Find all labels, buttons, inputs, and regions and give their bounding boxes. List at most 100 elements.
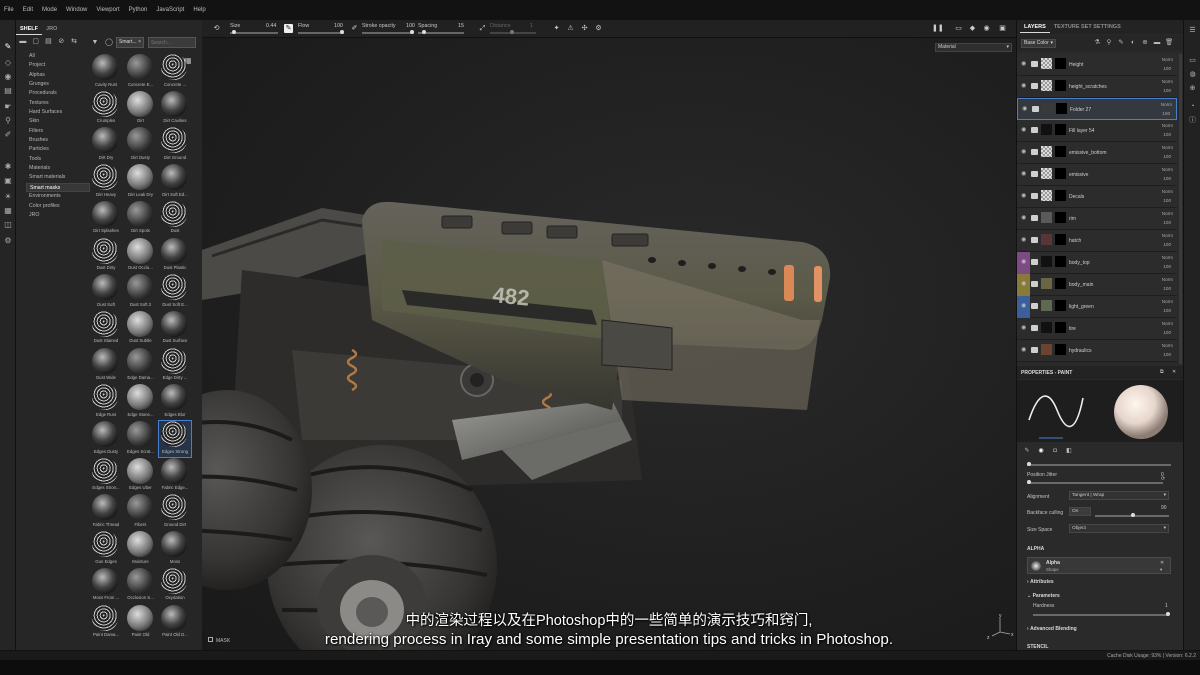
light-icon[interactable]: ☀	[3, 192, 13, 202]
x-symmetry-icon[interactable]: ✦	[552, 24, 561, 33]
category-environments[interactable]: Environments	[26, 192, 90, 201]
category-brushes[interactable]: Brushes	[26, 136, 90, 145]
color-picker-icon[interactable]: ✐	[3, 130, 13, 140]
layers-scrollbar[interactable]	[1179, 54, 1182, 364]
new-shelf-icon[interactable]: ▢	[31, 37, 41, 47]
layer-mask-thumbnail[interactable]	[1055, 322, 1066, 333]
shelf-item[interactable]: Moisture	[125, 531, 157, 567]
distance-slider[interactable]	[490, 30, 536, 34]
render-icon[interactable]: ▦	[3, 206, 13, 216]
category-materials[interactable]: Materials	[26, 164, 90, 173]
layer-opacity[interactable]: 100	[1162, 111, 1170, 116]
shelf-item[interactable]: Edges Blur	[159, 384, 191, 420]
pen-pressure-icon[interactable]: ✎	[284, 24, 293, 33]
shelf-item[interactable]: Dust Occlu...	[125, 237, 157, 274]
alpha-tab-icon[interactable]: ◉	[1037, 447, 1045, 455]
layer-opacity[interactable]: 100	[1163, 88, 1171, 93]
shelf-item[interactable]: Fabric Thread	[90, 494, 122, 530]
layer-mask-thumbnail[interactable]	[1055, 234, 1066, 245]
layer-opacity[interactable]: 100	[1163, 264, 1171, 269]
shelf-item[interactable]: Dirt Soft Ed...	[159, 164, 191, 200]
backface-slider[interactable]	[1095, 513, 1169, 517]
projection-icon[interactable]: ◉	[3, 72, 13, 82]
shelf-item[interactable]: Dust Surface	[159, 310, 191, 347]
tab-jro[interactable]: JRO	[42, 24, 61, 35]
eye-icon[interactable]: ◉	[1021, 61, 1028, 68]
shelf-item[interactable]: Edge Dama...	[125, 347, 157, 384]
menu-edit[interactable]: Edit	[23, 7, 33, 13]
polygon-fill-icon[interactable]: ▤	[3, 86, 13, 96]
menu-python[interactable]: Python	[129, 7, 148, 13]
channel-select[interactable]: Base Color ▾	[1021, 39, 1056, 48]
layer-row[interactable]: ◉ rim Norm 100	[1017, 208, 1177, 230]
circle-toggle-icon[interactable]: ◯	[104, 38, 114, 48]
eye-icon[interactable]: ◉	[1021, 149, 1028, 156]
position-jitter-slider[interactable]	[1027, 480, 1163, 484]
eye-icon[interactable]: ◉	[1022, 106, 1029, 113]
layer-row[interactable]: ◉ hydraulics Norm 100	[1017, 340, 1177, 362]
top-slider[interactable]	[1027, 462, 1171, 466]
lazy-mouse-icon[interactable]: ⤢	[478, 24, 487, 33]
fill-layer-icon[interactable]: ◐	[1129, 39, 1137, 47]
shelf-item[interactable]: Edge Dirty ...	[159, 347, 191, 384]
category-hard-surfaces[interactable]: Hard Surfaces	[26, 108, 90, 117]
settings-icon[interactable]: ✱	[3, 162, 13, 172]
random-icon[interactable]: ⟳	[1161, 476, 1165, 482]
menu-viewport[interactable]: Viewport	[96, 7, 119, 13]
eye-icon[interactable]: ◉	[1021, 193, 1028, 200]
symmetry-icon[interactable]: ⟲	[212, 24, 221, 33]
layer-opacity[interactable]: 100	[1163, 242, 1171, 247]
tab-shelf[interactable]: SHELF	[16, 24, 43, 35]
layer-mask-thumbnail[interactable]	[1055, 278, 1066, 289]
delete-icon[interactable]: 🗑	[1165, 39, 1173, 47]
layer-mask-thumbnail[interactable]	[1055, 168, 1066, 179]
layer-blend-mode[interactable]: Norm	[1162, 299, 1173, 304]
search-input[interactable]	[148, 37, 196, 48]
paint-brush-icon[interactable]: ✎	[3, 42, 13, 52]
layer-row[interactable]: ◉ Folder 27 Norm 100	[1017, 98, 1177, 120]
layer-blend-mode[interactable]: Norm	[1162, 255, 1173, 260]
layer-row[interactable]: ◉ body_main Norm 100	[1017, 274, 1177, 296]
shelf-item[interactable]: Fibers	[125, 494, 157, 530]
shelf-item[interactable]: Edge Stone...	[125, 384, 157, 420]
layer-opacity[interactable]: 100	[1163, 154, 1171, 159]
clone-icon[interactable]: ⚲	[3, 116, 13, 126]
shelf-item[interactable]: Paint Dama...	[90, 604, 122, 641]
layer-row[interactable]: ◉ tire Norm 100	[1017, 318, 1177, 340]
alpha-slot[interactable]: Alpha Shape ✕ ▾	[1027, 557, 1171, 574]
import-icon[interactable]: ▤	[44, 37, 54, 47]
shelf-item[interactable]: Dirt Heavy	[90, 164, 122, 200]
render-mode-icon[interactable]: ▣	[998, 24, 1007, 33]
layer-row[interactable]: ◉ Decals Norm 100	[1017, 186, 1177, 208]
attributes-toggle[interactable]: › Attributes	[1027, 579, 1054, 585]
filter-icon[interactable]: ▼	[90, 38, 100, 48]
export-icon[interactable]: ◫	[3, 220, 13, 230]
layer-blend-mode[interactable]: Norm	[1162, 145, 1173, 150]
eye-icon[interactable]: ◉	[1021, 281, 1028, 288]
folder-icon[interactable]: ▬	[18, 37, 28, 47]
layer-mask-thumbnail[interactable]	[1055, 58, 1066, 69]
3d-view-icon[interactable]: ◆	[968, 24, 977, 33]
shelf-item[interactable]: Dirt Cavities	[159, 90, 191, 127]
tab-texture-set-settings[interactable]: TEXTURE SET SETTINGS	[1050, 22, 1125, 32]
eye-icon[interactable]: ◉	[1021, 303, 1028, 310]
backface-toggle[interactable]: On	[1069, 507, 1091, 516]
shelf-item[interactable]: Concrete E...	[125, 54, 157, 90]
menu-window[interactable]: Window	[66, 7, 87, 13]
category-skin[interactable]: Skin	[26, 117, 90, 126]
category-smart-masks[interactable]: Smart masks	[26, 182, 90, 193]
shelf-item[interactable]: Dust	[159, 200, 191, 237]
layer-blend-mode[interactable]: Norm	[1162, 321, 1173, 326]
comment-icon[interactable]: ▭	[1188, 56, 1197, 65]
shelf-item[interactable]: Dirt Dusty	[125, 127, 157, 163]
shelf-item[interactable]: Edges Dusty	[90, 421, 122, 457]
category-tools[interactable]: Tools	[26, 155, 90, 164]
alignment-select[interactable]: Tangent | Wrap ▾	[1069, 491, 1169, 500]
layer-mask-thumbnail[interactable]	[1055, 146, 1066, 157]
layer-mask-thumbnail[interactable]	[1055, 212, 1066, 223]
unlink-icon[interactable]: ⊘	[56, 37, 66, 47]
eye-icon[interactable]: ◉	[1021, 171, 1028, 178]
layer-mask-thumbnail[interactable]	[1056, 103, 1067, 114]
filter-tag[interactable]: Smart... ×	[116, 37, 144, 48]
pause-icon[interactable]: ❚❚	[932, 24, 944, 33]
